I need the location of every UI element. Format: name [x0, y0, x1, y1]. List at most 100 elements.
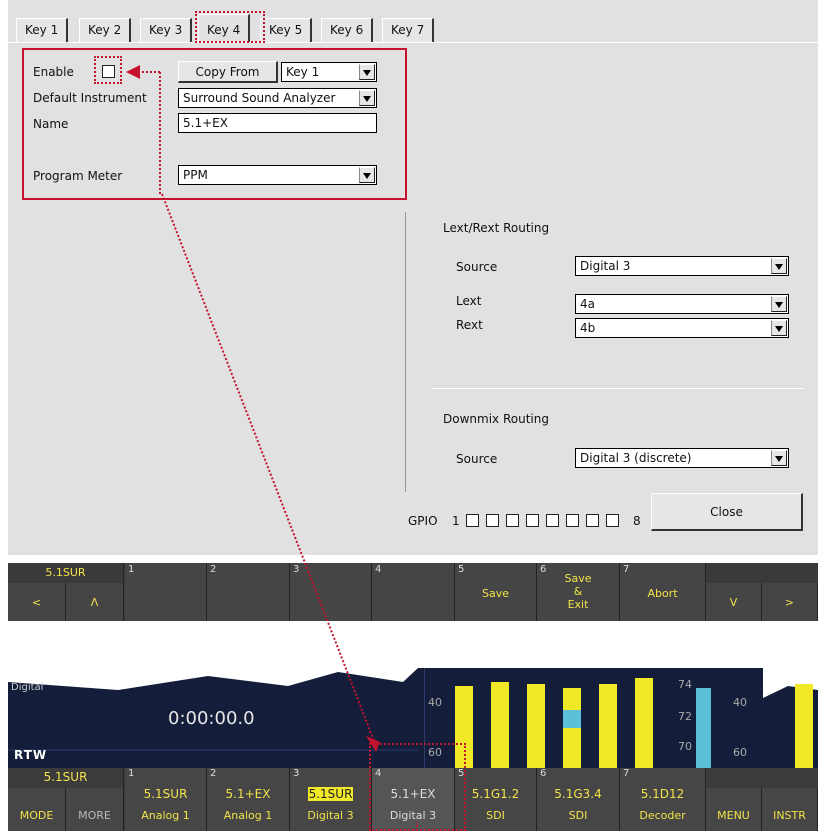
gpio-checkbox[interactable] [466, 514, 479, 527]
mode-button[interactable]: MODE [8, 788, 66, 831]
lext-select[interactable]: 4a [575, 294, 789, 314]
chevron-down-icon [771, 450, 787, 466]
display-channel-label: Digital [11, 682, 44, 693]
preset-key-7[interactable]: 7 5.1D12 Decoder [620, 768, 706, 831]
save-softkey[interactable]: 5 Save [455, 563, 537, 621]
scale-right-top: 40 [733, 696, 747, 709]
rext-value: 4b [580, 321, 596, 335]
gpio-checkbox[interactable] [606, 514, 619, 527]
tab-key-7[interactable]: Key 7 [382, 18, 435, 42]
softkey-number: 5 [458, 564, 465, 575]
instr-button[interactable]: INSTR [762, 788, 818, 831]
softkey-bar: 5.1SUR < Λ 1 2 3 4 5 Save 6 Save & Exit 7 Abo… [8, 563, 818, 621]
meter-bar [563, 688, 581, 768]
abort-label: Abort [647, 587, 678, 600]
gpio-checkbox[interactable] [586, 514, 599, 527]
tab-key-5[interactable]: Key 5 [260, 18, 313, 42]
softkey-right-button[interactable]: > [762, 583, 818, 621]
softkey-number: 3 [293, 564, 300, 575]
gpio-end-label: 8 [633, 514, 641, 528]
scale-mid-1: 74 [678, 678, 692, 691]
save-exit-line1: Save [564, 572, 592, 585]
softkey-up-label: Λ [90, 596, 99, 609]
lext-rext-title: Lext/Rext Routing [443, 221, 550, 235]
softkey-left-button[interactable]: < [8, 583, 66, 621]
preset-key-title-text: 5.1+EX [225, 787, 271, 801]
section-divider [431, 388, 803, 389]
preset-key-title-text: 5.1G1.2 [471, 787, 520, 801]
mode-header-label: 5.1SUR [43, 770, 88, 784]
preset-key-title-text: 5.1G3.4 [554, 787, 602, 801]
gpio-checkbox[interactable] [546, 514, 559, 527]
meter-bar [491, 682, 509, 768]
tab-key-1[interactable]: Key 1 [16, 18, 69, 42]
meter-bar [599, 684, 617, 768]
gpio-checkbox[interactable] [506, 514, 519, 527]
preset-key-title: 5.1+EX [207, 787, 289, 801]
key-settings-highlight [22, 48, 407, 200]
preset-key-title-text: 5.1SUR [307, 787, 354, 801]
preset-key-3[interactable]: 3 5.1SUR Digital 3 [290, 768, 372, 831]
tab-divider [8, 42, 818, 43]
meter-bar-blue [696, 688, 711, 768]
more-button[interactable]: MORE [66, 788, 124, 831]
key-config-dialog: Key 1 Key 2 Key 3 Key 4 Key 5 Key 6 Key … [8, 0, 818, 555]
menu-button[interactable]: MENU [706, 788, 762, 831]
downmix-title: Downmix Routing [443, 412, 549, 426]
preset-key-source: Analog 1 [141, 809, 190, 822]
rext-select[interactable]: 4b [575, 318, 789, 338]
save-label: Save [481, 587, 509, 600]
scale-mid-3: 70 [678, 740, 692, 753]
tab-key-3[interactable]: Key 3 [140, 18, 193, 42]
preset-key-title: 5.1G3.4 [537, 787, 619, 801]
preset-key-title: 5.1SUR [125, 787, 206, 801]
preset-key-source: SDI [486, 809, 505, 822]
preset-key-1[interactable]: 1 5.1SUR Analog 1 [125, 768, 207, 831]
downmix-source-select[interactable]: Digital 3 (discrete) [575, 448, 789, 468]
softkey-left-label: < [31, 596, 42, 609]
softkey-number: 7 [623, 564, 630, 575]
softkey-1[interactable]: 1 [125, 563, 207, 621]
meter-bar-marker [563, 710, 581, 728]
softkey-3[interactable]: 3 [290, 563, 372, 621]
scale-mid-2: 72 [678, 710, 692, 723]
tab-key-6[interactable]: Key 6 [321, 18, 374, 42]
preset-key-source: Digital 3 [307, 809, 354, 822]
softkey-down-label: V [729, 596, 738, 609]
softkey-up-button[interactable]: Λ [66, 583, 124, 621]
gpio-checkbox[interactable] [526, 514, 539, 527]
menu-label: MENU [717, 809, 750, 822]
close-button[interactable]: Close [651, 493, 803, 531]
gpio-checkbox[interactable] [486, 514, 499, 527]
softkey-2[interactable]: 2 [207, 563, 290, 621]
preset-key-6[interactable]: 6 5.1G3.4 SDI [537, 768, 620, 831]
save-exit-softkey[interactable]: 6 Save & Exit [537, 563, 620, 621]
gpio-start-label: 1 [452, 514, 460, 528]
chevron-down-icon [771, 258, 787, 274]
mode-header: 5.1SUR [8, 768, 124, 788]
preset-key-5[interactable]: 5 5.1G1.2 SDI [455, 768, 537, 831]
gpio-checkbox[interactable] [566, 514, 579, 527]
softkey-4[interactable]: 4 [372, 563, 455, 621]
lext-rext-source-select[interactable]: Digital 3 [575, 256, 789, 276]
lext-rext-source-label: Source [456, 260, 498, 274]
softkey-down-button[interactable]: V [706, 583, 762, 621]
preset-key-2[interactable]: 2 5.1+EX Analog 1 [207, 768, 290, 831]
scale-left-top: 40 [428, 696, 442, 709]
chevron-down-icon [771, 320, 787, 336]
instr-label: INSTR [773, 809, 806, 822]
downmix-source-value: Digital 3 (discrete) [580, 451, 692, 465]
lext-rext-source-value: Digital 3 [580, 259, 631, 273]
softkey-number: 1 [128, 564, 135, 575]
scale-right-bottom: 60 [733, 746, 747, 759]
display-time: 0:00:00.0 [168, 708, 255, 729]
preset-key-number: 6 [540, 768, 547, 779]
preset-key-number: 2 [210, 768, 217, 779]
preset-key-title: 5.1G1.2 [455, 787, 536, 801]
mode-label: MODE [19, 809, 54, 822]
abort-softkey[interactable]: 7 Abort [620, 563, 706, 621]
downmix-source-label: Source [456, 452, 498, 466]
tab-key-2[interactable]: Key 2 [79, 18, 132, 42]
preset-key-4-highlight [369, 743, 466, 831]
meter-bar [527, 684, 545, 768]
